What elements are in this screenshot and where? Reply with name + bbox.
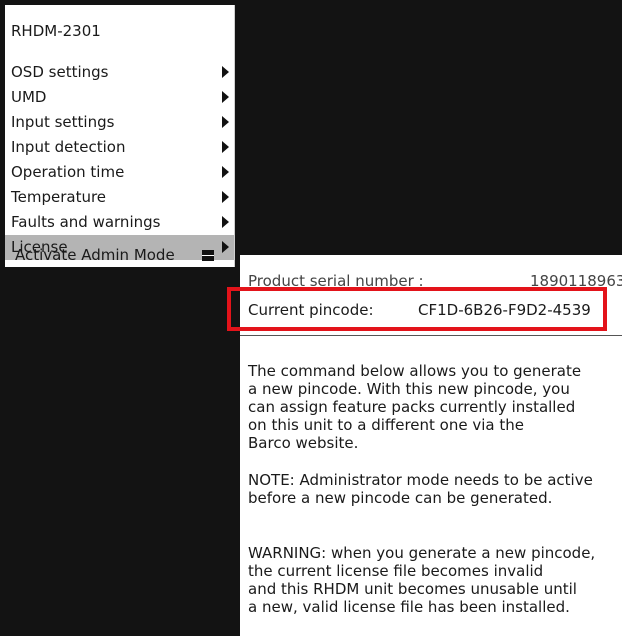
osd-menu: RHDM-2301 OSD settings UMD Input setting… xyxy=(5,5,235,267)
description-line: a new pincode. With this new pincode, yo… xyxy=(248,380,570,398)
menu-item-umd[interactable]: UMD xyxy=(5,85,234,110)
submenu-arrow-icon xyxy=(222,216,229,228)
submenu-arrow-icon xyxy=(222,91,229,103)
menu-item-temperature[interactable]: Temperature xyxy=(5,185,234,210)
note-line: before a new pincode can be generated. xyxy=(248,489,553,507)
admin-mode-label: Activate Admin Mode xyxy=(15,246,175,264)
warning-line: a new, valid license file has been insta… xyxy=(248,598,570,616)
submenu-arrow-icon xyxy=(222,166,229,178)
warning-line: and this RHDM unit becomes unusable unti… xyxy=(248,580,577,598)
warning-line: the current license file becomes invalid xyxy=(248,562,544,580)
description-line: The command below allows you to generate xyxy=(248,362,582,380)
pincode-highlight-box xyxy=(227,287,607,331)
menu-item-label: Input detection xyxy=(11,138,126,156)
submenu-arrow-icon xyxy=(222,141,229,153)
activate-admin-mode-item[interactable]: Activate Admin Mode xyxy=(5,243,234,267)
menu-item-label: Operation time xyxy=(11,163,125,181)
note-line: NOTE: Administrator mode needs to be act… xyxy=(248,471,593,489)
menu-item-faults-and-warnings[interactable]: Faults and warnings xyxy=(5,210,234,235)
toggle-icon[interactable] xyxy=(202,250,214,261)
description-line: on this unit to a different one via the xyxy=(248,416,524,434)
submenu-arrow-icon xyxy=(222,66,229,78)
admin-note: NOTE: Administrator mode needs to be act… xyxy=(248,471,622,507)
menu-item-input-settings[interactable]: Input settings xyxy=(5,110,234,135)
warning-line: WARNING: when you generate a new pincode… xyxy=(248,544,596,562)
pincode-description: The command below allows you to generate… xyxy=(248,362,622,452)
description-line: Barco website. xyxy=(248,434,359,452)
submenu-arrow-icon xyxy=(222,191,229,203)
menu-item-operation-time[interactable]: Operation time xyxy=(5,160,234,185)
menu-title: RHDM-2301 xyxy=(11,22,101,40)
menu-item-label: Faults and warnings xyxy=(11,213,161,231)
license-warning: WARNING: when you generate a new pincode… xyxy=(248,544,622,616)
menu-item-label: Input settings xyxy=(11,113,115,131)
menu-item-label: OSD settings xyxy=(11,63,109,81)
menu-item-label: UMD xyxy=(11,88,47,106)
menu-item-input-detection[interactable]: Input detection xyxy=(5,135,234,160)
menu-item-label: Temperature xyxy=(11,188,107,206)
divider xyxy=(240,335,622,336)
description-line: can assign feature packs currently insta… xyxy=(248,398,576,416)
menu-item-osd-settings[interactable]: OSD settings xyxy=(5,60,234,85)
menu-list: OSD settings UMD Input settings Input de… xyxy=(5,60,234,260)
submenu-arrow-icon xyxy=(222,116,229,128)
